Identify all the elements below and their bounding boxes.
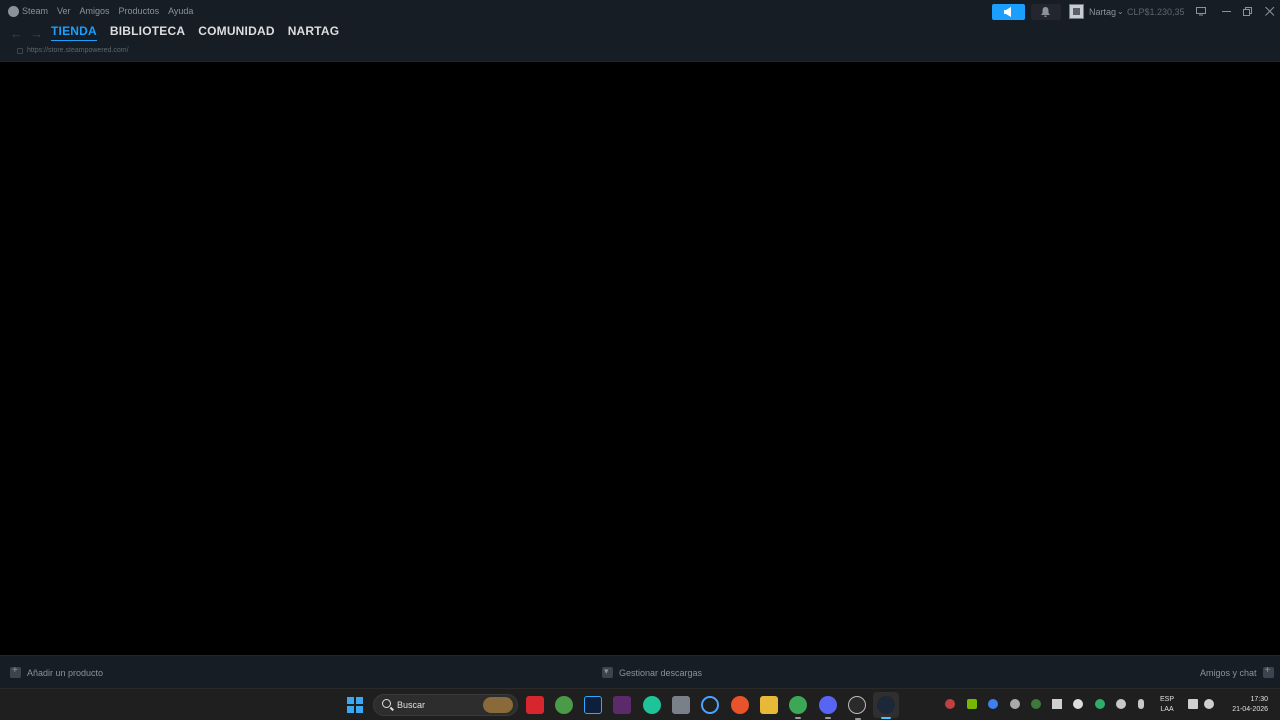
avatar[interactable] bbox=[1069, 4, 1084, 19]
discord-icon[interactable] bbox=[819, 696, 837, 719]
taskbar-search-label: Buscar bbox=[397, 700, 426, 710]
network-icon[interactable] bbox=[1188, 699, 1198, 709]
chat-icon bbox=[1262, 665, 1274, 678]
tray-icon-4[interactable] bbox=[1010, 699, 1020, 709]
manage-downloads-label: Gestionar descargas bbox=[619, 667, 703, 678]
lang-line1: ESP bbox=[1160, 696, 1175, 703]
clock-date: 21-04-2026 bbox=[1232, 706, 1268, 713]
menu-ayuda[interactable]: Ayuda bbox=[168, 6, 193, 16]
app-icon-6[interactable] bbox=[672, 696, 690, 714]
add-product-button[interactable]: Añadir un producto bbox=[10, 665, 104, 678]
tab-nartag[interactable]: NARTAG bbox=[288, 24, 340, 41]
notifications-button[interactable] bbox=[1031, 4, 1061, 20]
taskbar-search[interactable]: Buscar bbox=[373, 694, 518, 716]
volume-icon[interactable] bbox=[1204, 699, 1214, 709]
nav-tabs: TIENDA BIBLIOTECA COMUNIDAD NARTAG bbox=[51, 24, 352, 41]
forward-arrow-icon[interactable]: → bbox=[30, 26, 43, 41]
megaphone-icon bbox=[1004, 7, 1011, 17]
clock-time: 17:30 bbox=[1250, 696, 1268, 703]
minimize-icon bbox=[1222, 11, 1231, 12]
menu-amigos[interactable]: Amigos bbox=[80, 6, 110, 16]
restore-button[interactable] bbox=[1240, 4, 1256, 20]
plus-icon bbox=[10, 665, 21, 678]
nvidia-icon[interactable] bbox=[967, 699, 977, 709]
tab-comunidad[interactable]: COMUNIDAD bbox=[198, 24, 274, 41]
menu-productos[interactable]: Productos bbox=[119, 6, 160, 16]
tab-tienda[interactable]: TIENDA bbox=[51, 24, 97, 41]
back-arrow-icon[interactable]: ← bbox=[10, 26, 23, 41]
app-icon-12[interactable] bbox=[848, 696, 866, 720]
url-bar[interactable]: https://store.steampowered.com/ bbox=[27, 47, 129, 54]
wallet-balance: CLP$1.230,35 bbox=[1127, 7, 1185, 17]
steam-taskbar-icon[interactable] bbox=[877, 696, 895, 719]
steam-bottom-bar: Añadir un producto Gestionar descargas A… bbox=[0, 655, 1280, 688]
photoshop-icon[interactable] bbox=[584, 696, 602, 714]
lock-icon bbox=[17, 48, 23, 54]
minimize-button[interactable] bbox=[1219, 4, 1235, 20]
search-highlight-icon bbox=[483, 697, 513, 713]
menu-steam-label: Steam bbox=[22, 5, 49, 16]
friends-chat-label: Amigos y chat bbox=[1200, 667, 1257, 678]
menu-steam[interactable]: Steam bbox=[8, 5, 49, 17]
tab-biblioteca[interactable]: BIBLIOTECA bbox=[110, 24, 185, 41]
menu-ver[interactable]: Ver bbox=[57, 6, 71, 16]
cloud-icon[interactable] bbox=[1073, 699, 1083, 709]
menu-bar: Steam Ver Amigos Productos Ayuda bbox=[8, 5, 193, 17]
tray-icon-1[interactable] bbox=[945, 699, 955, 709]
restore-icon bbox=[1243, 7, 1252, 16]
file-explorer-icon[interactable] bbox=[760, 696, 778, 714]
search-icon bbox=[382, 699, 391, 708]
microphone-icon[interactable] bbox=[1138, 699, 1144, 709]
windows-start-icon[interactable] bbox=[347, 697, 363, 713]
announcements-button[interactable] bbox=[992, 4, 1025, 20]
app-icon-5[interactable] bbox=[643, 696, 661, 714]
account-name[interactable]: Nartag bbox=[1089, 7, 1116, 17]
title-bar: Steam Ver Amigos Productos Ayuda Nartag … bbox=[0, 0, 1280, 24]
chevron-down-icon[interactable]: ⌄ bbox=[1117, 7, 1124, 16]
firefox-icon[interactable] bbox=[731, 696, 749, 714]
app-icon-4[interactable] bbox=[613, 696, 631, 714]
tray-icon-8[interactable] bbox=[1095, 699, 1105, 709]
bell-icon bbox=[1041, 7, 1050, 17]
manage-downloads-button[interactable]: Gestionar descargas bbox=[602, 666, 703, 678]
friends-chat-button[interactable]: Amigos y chat bbox=[1200, 665, 1274, 678]
add-product-label: Añadir un producto bbox=[27, 667, 104, 678]
steam-logo-icon bbox=[8, 6, 19, 17]
tray-icon-3[interactable] bbox=[988, 699, 998, 709]
nav-bar: ← → TIENDA BIBLIOTECA COMUNIDAD NARTAG h… bbox=[0, 24, 1280, 62]
app-icon-7[interactable] bbox=[701, 696, 719, 714]
chrome-icon[interactable] bbox=[789, 696, 807, 719]
clock[interactable]: 17:30 21-04-2026 bbox=[1224, 695, 1268, 715]
close-icon bbox=[1265, 7, 1275, 16]
big-picture-button[interactable] bbox=[1193, 4, 1209, 20]
app-icon-1[interactable] bbox=[526, 696, 544, 714]
windows-taskbar: Buscar ESP LAA 17:30 21-04-2026 bbox=[0, 688, 1280, 720]
tray-icon-5[interactable] bbox=[1031, 699, 1041, 709]
monitor-icon bbox=[1196, 7, 1206, 16]
tray-icon-6[interactable] bbox=[1052, 699, 1062, 709]
lang-line2: LAA bbox=[1160, 706, 1174, 713]
steam-tray-icon[interactable] bbox=[1116, 699, 1126, 709]
xbox-icon[interactable] bbox=[555, 696, 573, 714]
store-content-area bbox=[0, 63, 1280, 655]
close-button[interactable] bbox=[1262, 4, 1278, 20]
input-language[interactable]: ESP LAA bbox=[1160, 695, 1174, 715]
download-icon bbox=[602, 666, 613, 678]
